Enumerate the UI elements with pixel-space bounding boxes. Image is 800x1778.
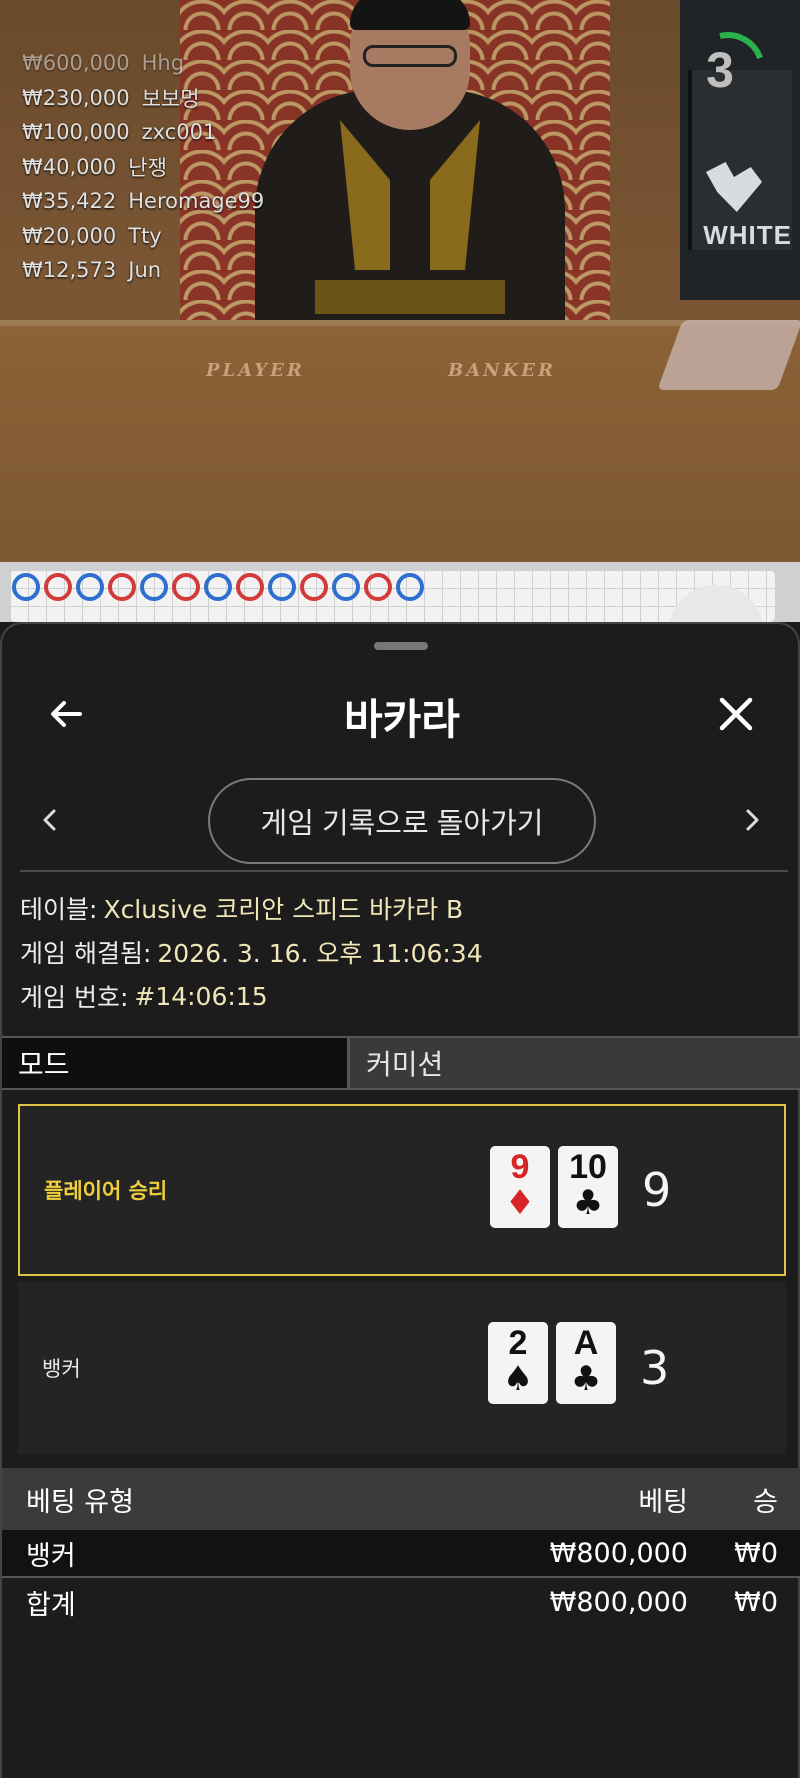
winner-row: ₩12,573 Jun xyxy=(22,258,162,283)
diamond-suit-icon: ♦ xyxy=(504,1183,536,1223)
player-bead xyxy=(140,573,168,601)
winner-row: ₩20,000 Tty xyxy=(22,223,162,248)
total-bet: ₩800,000 xyxy=(549,1586,688,1618)
studio-logo-icon xyxy=(706,162,762,212)
header-win: 승 xyxy=(753,1486,778,1518)
close-icon xyxy=(719,697,753,731)
banker-bead xyxy=(172,573,200,601)
chevron-left-icon xyxy=(43,809,56,831)
club-suit-icon: ♣ xyxy=(572,1183,604,1223)
table-row: 뱅커 ₩800,000 ₩0 xyxy=(2,1530,800,1578)
bet-type-cell: 뱅커 xyxy=(26,1540,76,1572)
countdown-timer: 3 xyxy=(690,30,770,110)
banker-bead xyxy=(236,573,264,601)
divider xyxy=(20,870,788,872)
sheet-header: 바카라 xyxy=(2,664,800,774)
banker-bead xyxy=(300,573,328,601)
game-info: 테이블: Xclusive 코리안 스피드 바카라 B 게임 해결됨: 2026. … xyxy=(20,886,790,1018)
bets-header-row: 베팅 유형 베팅 승 xyxy=(2,1468,800,1530)
winner-row: ₩100,000 zxc001 xyxy=(22,120,217,145)
resolved-info: 게임 해결됨: 2026. 3. 16. 오후 11:06:34 xyxy=(20,939,483,968)
table-banker-label: BANKER xyxy=(448,360,556,381)
player-cards: 9 ♦ 10 ♣ xyxy=(490,1146,618,1228)
header-bet: 베팅 xyxy=(638,1486,688,1518)
banker-bead xyxy=(44,573,72,601)
next-round-button[interactable] xyxy=(728,796,776,844)
round-info: 게임 번호: #14:06:15 xyxy=(20,981,268,1013)
player-bead xyxy=(204,573,232,601)
bet-amount-cell: ₩800,000 xyxy=(549,1537,688,1569)
banker-result-label: 뱅커 xyxy=(42,1357,81,1381)
studio-logo-text: WHITE xyxy=(703,220,792,250)
sheet-title: 바카라 xyxy=(344,695,460,744)
live-video: WHITE PLAYER BANKER ₩600,000 Hhg ₩230,000… xyxy=(0,0,800,562)
club-suit-icon: ♣ xyxy=(570,1359,602,1399)
road-beads xyxy=(12,573,424,601)
banker-bead xyxy=(108,573,136,601)
mode-tabs: 모드 커미션 xyxy=(2,1036,800,1090)
total-label: 합계 xyxy=(26,1589,76,1621)
card-shoe xyxy=(657,320,800,390)
tab-mode[interactable]: 모드 xyxy=(2,1038,350,1088)
spade-suit-icon: ♠ xyxy=(502,1359,534,1399)
sheet-drag-handle[interactable] xyxy=(374,642,428,650)
close-button[interactable] xyxy=(708,686,764,742)
player-bead xyxy=(12,573,40,601)
banker-cards: 2 ♠ A ♣ xyxy=(488,1322,616,1404)
banker-score: 3 xyxy=(640,1341,670,1395)
player-bead xyxy=(396,573,424,601)
chevron-right-icon xyxy=(746,809,759,831)
player-score: 9 xyxy=(642,1163,672,1217)
table-player-label: PLAYER xyxy=(206,360,305,381)
playing-card: A ♣ xyxy=(556,1322,616,1404)
win-amount-cell: ₩0 xyxy=(734,1537,778,1569)
winner-row: ₩40,000 난쟁 xyxy=(22,154,167,180)
header-bet-type: 베팅 유형 xyxy=(26,1486,134,1518)
back-to-history-button[interactable]: 게임 기록으로 돌아가기 xyxy=(208,778,596,864)
player-bead xyxy=(332,573,360,601)
banker-bead xyxy=(364,573,392,601)
playing-card: 10 ♣ xyxy=(558,1146,618,1228)
winner-row: ₩600,000 Hhg xyxy=(22,51,185,76)
winners-list: ₩600,000 Hhg ₩230,000 보보멍 ₩100,000 zxc001 ₩… xyxy=(22,46,264,288)
total-win: ₩0 xyxy=(734,1586,778,1618)
player-bead xyxy=(268,573,296,601)
winner-row: ₩230,000 보보멍 xyxy=(22,85,200,111)
table-info: 테이블: Xclusive 코리안 스피드 바카라 B xyxy=(20,895,464,924)
banker-result: 뱅커 2 ♠ A ♣ 3 xyxy=(18,1282,786,1454)
countdown-number: 3 xyxy=(706,42,734,98)
player-result: 플레이어 승리 9 ♦ 10 ♣ 9 xyxy=(18,1104,786,1276)
bets-table: 베팅 유형 베팅 승 뱅커 ₩800,000 ₩0 합계 ₩800,000 ₩0 xyxy=(2,1468,800,1626)
dealer xyxy=(255,0,565,340)
player-result-label: 플레이어 승리 xyxy=(44,1179,168,1203)
winner-row: ₩35,422 Heromage99 xyxy=(22,189,265,214)
player-bead xyxy=(76,573,104,601)
tab-commission[interactable]: 커미션 xyxy=(350,1038,800,1088)
round-navigation: 게임 기록으로 돌아가기 xyxy=(2,772,800,868)
previous-round-button[interactable] xyxy=(26,796,74,844)
game-detail-sheet: 바카라 게임 기록으로 돌아가기 테이블: Xclusive 코리안 스피드 바카… xyxy=(0,622,800,1778)
playing-card: 2 ♠ xyxy=(488,1322,548,1404)
playing-card: 9 ♦ xyxy=(490,1146,550,1228)
total-row: 합계 ₩800,000 ₩0 xyxy=(2,1578,800,1626)
